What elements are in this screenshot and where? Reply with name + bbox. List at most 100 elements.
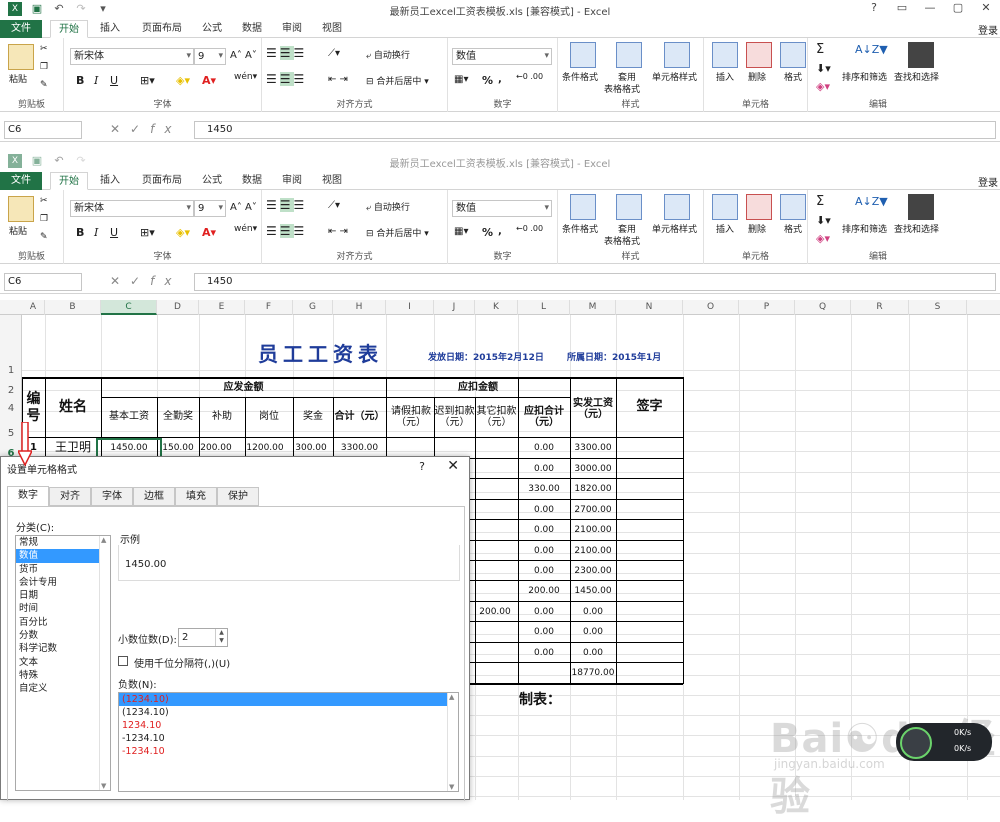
negative-scrollbar[interactable] [447, 693, 458, 791]
table-cell[interactable]: 2100.00 [570, 525, 616, 535]
formula-icons[interactable]: ✕✓fx [110, 274, 181, 288]
column-header[interactable]: O [683, 300, 739, 315]
delete-cells-button[interactable]: 删除 [748, 222, 766, 235]
table-cell[interactable]: 3000.00 [570, 464, 616, 474]
sort-filter-button[interactable]: 排序和筛选 [842, 222, 887, 235]
cell-total[interactable]: 3300.00 [333, 443, 386, 453]
column-header[interactable]: K [475, 300, 518, 315]
column-header[interactable]: R [851, 300, 909, 315]
format-cells-icon[interactable] [780, 194, 806, 220]
bold-button[interactable]: B [76, 74, 84, 87]
column-header[interactable]: B [45, 300, 101, 315]
clear-icon[interactable]: ◈▾ [816, 232, 830, 245]
wrap-text-button[interactable]: ⤶ 自动换行 [366, 48, 410, 61]
currency-icon[interactable]: ▦▾ [454, 74, 468, 85]
delete-cells-icon[interactable] [746, 194, 772, 220]
close-button[interactable]: ✕ [447, 458, 459, 474]
table-cell[interactable]: 200.00 [475, 607, 515, 617]
table-cell[interactable]: 1450.00 [570, 586, 616, 596]
row-header[interactable]: 4 [0, 403, 22, 414]
font-color-icon[interactable]: A▾ [202, 226, 216, 239]
column-header[interactable]: I [386, 300, 434, 315]
table-cell[interactable]: 0.00 [570, 648, 616, 658]
insert-cells-button[interactable]: 插入 [716, 70, 734, 83]
tab-file[interactable]: 文件 [0, 20, 42, 38]
category-item[interactable]: 百分比 [16, 616, 110, 629]
sort-filter-button[interactable]: 排序和筛选 [842, 70, 887, 83]
negative-format-item[interactable]: (1234.10) [119, 706, 458, 719]
paste-icon[interactable] [8, 196, 34, 222]
indent-icons[interactable]: ⇤ ⇥ [328, 226, 348, 237]
column-header[interactable]: J [434, 300, 475, 315]
negative-list[interactable]: (1234.10)(1234.10)1234.10-1234.10-1234.1… [118, 692, 459, 792]
login-link[interactable]: 登录 [978, 174, 998, 189]
cell-bonus[interactable]: 300.00 [293, 443, 329, 453]
grow-font-icon[interactable]: A˄ A˅ [230, 202, 257, 213]
tab-page-layout[interactable]: 页面布局 [134, 172, 190, 190]
merge-center-button[interactable]: ⊟ 合并后居中 ▾ [366, 74, 429, 87]
column-header[interactable]: F [245, 300, 293, 315]
sort-filter-icon[interactable]: A↓Z▼ [854, 42, 888, 68]
tab-insert[interactable]: 插入 [92, 20, 128, 38]
column-header[interactable]: G [293, 300, 333, 315]
column-header[interactable]: P [739, 300, 795, 315]
cell-basic-selected[interactable]: 1450.00 [96, 438, 162, 458]
tab-review[interactable]: 审阅 [276, 20, 308, 38]
tab-view[interactable]: 视图 [316, 20, 348, 38]
row-header[interactable]: 2 [0, 385, 22, 396]
delete-cells-button[interactable]: 删除 [748, 70, 766, 83]
column-header[interactable]: S [909, 300, 967, 315]
column-header[interactable]: H [333, 300, 386, 315]
tab-protection[interactable]: 保护 [217, 487, 259, 506]
format-cells-icon[interactable] [780, 42, 806, 68]
clear-icon[interactable]: ◈▾ [816, 80, 830, 93]
column-header[interactable]: E [199, 300, 245, 315]
tab-review[interactable]: 审阅 [276, 172, 308, 190]
tab-number[interactable]: 数字 [7, 486, 49, 507]
column-header[interactable]: C [101, 300, 157, 315]
category-scrollbar[interactable] [99, 536, 110, 790]
negative-format-item[interactable]: (1234.10) [119, 693, 458, 706]
paste-label[interactable]: 粘贴 [9, 72, 27, 85]
maximize-icon[interactable]: ▢ [950, 1, 966, 14]
cell-styles-icon[interactable] [664, 194, 690, 220]
thousands-checkbox[interactable] [118, 656, 128, 666]
category-item[interactable]: 科学记数 [16, 642, 110, 655]
tab-border[interactable]: 边框 [133, 487, 175, 506]
format-cells-button[interactable]: 格式 [784, 222, 802, 235]
cell-post[interactable]: 1200.00 [245, 443, 285, 453]
horizontal-align-icons[interactable]: ☰☰☰ [266, 224, 307, 238]
font-size-select[interactable]: 9 [194, 200, 226, 217]
table-cell[interactable]: 0.00 [518, 607, 570, 617]
category-item[interactable]: 会计专用 [16, 576, 110, 589]
ribbon-display-icon[interactable]: ▭ [894, 1, 910, 14]
table-cell[interactable]: 0.00 [570, 627, 616, 637]
cell-actual[interactable]: 3300.00 [570, 443, 616, 453]
cell-ded-total[interactable]: 0.00 [518, 443, 570, 453]
delete-cells-icon[interactable] [746, 42, 772, 68]
table-cell[interactable]: 0.00 [518, 627, 570, 637]
conditional-format-button[interactable]: 条件格式 [562, 70, 598, 83]
orientation-icon[interactable]: ⟋▾ [328, 48, 340, 59]
format-painter-icon[interactable]: ✎ [40, 232, 48, 242]
negative-format-item[interactable]: 1234.10 [119, 719, 458, 732]
spinner-arrows-icon[interactable]: ▲ ▼ [215, 629, 227, 646]
table-cell[interactable]: 0.00 [518, 505, 570, 515]
percent-button[interactable]: % [482, 74, 493, 87]
format-as-table-icon[interactable] [616, 42, 642, 68]
phonetic-icon[interactable]: wén▾ [234, 72, 257, 82]
format-as-table-label-2[interactable]: 表格格式 [604, 82, 640, 95]
decimal-icons[interactable]: ←0 .00 [516, 224, 543, 233]
bold-button[interactable]: B [76, 226, 84, 239]
autosum-button[interactable]: Σ [816, 42, 824, 57]
column-header[interactable]: A [22, 300, 45, 315]
sort-filter-icon[interactable]: A↓Z▼ [854, 194, 888, 220]
table-cell[interactable]: 200.00 [518, 586, 570, 596]
table-cell[interactable]: 2700.00 [570, 505, 616, 515]
vertical-align-icons[interactable]: ☰☰☰ [266, 198, 307, 212]
merge-center-button[interactable]: ⊟ 合并后居中 ▾ [366, 226, 429, 239]
cut-icon[interactable]: ✂ [40, 196, 48, 206]
tab-formulas[interactable]: 公式 [196, 172, 228, 190]
indent-icons[interactable]: ⇤ ⇥ [328, 74, 348, 85]
tab-home[interactable]: 开始 [50, 20, 88, 38]
